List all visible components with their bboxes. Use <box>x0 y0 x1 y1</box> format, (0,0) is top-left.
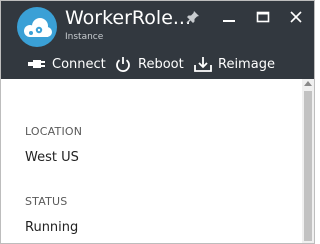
scroll-thumb[interactable] <box>304 91 312 241</box>
maximize-icon[interactable] <box>253 7 273 27</box>
cloud-gears-icon <box>17 7 57 47</box>
reimage-button[interactable]: Reimage <box>193 53 275 75</box>
connect-label: Connect <box>52 56 106 72</box>
blade-content: LOCATION West US STATUS Running <box>1 79 302 243</box>
reimage-label: Reimage <box>218 56 275 72</box>
status-label: STATUS <box>25 195 68 208</box>
minimize-icon[interactable] <box>219 7 239 27</box>
scroll-up-icon[interactable] <box>304 81 312 86</box>
blade-subtitle: Instance <box>65 32 104 42</box>
reboot-label: Reboot <box>138 56 184 72</box>
blade-header: WorkerRole... Instance Connect Reboot Re… <box>1 1 314 79</box>
location-value: West US <box>25 150 79 165</box>
close-icon[interactable] <box>286 7 306 27</box>
location-label: LOCATION <box>25 125 83 138</box>
vertical-scrollbar[interactable] <box>302 79 314 243</box>
status-value: Running <box>25 220 79 235</box>
connect-button[interactable]: Connect <box>27 53 106 75</box>
reboot-button[interactable]: Reboot <box>113 53 184 75</box>
blade-title: WorkerRole... <box>65 7 191 29</box>
power-icon <box>113 56 133 72</box>
pin-icon[interactable] <box>183 7 203 27</box>
instance-blade: WorkerRole... Instance Connect Reboot Re… <box>0 0 315 244</box>
download-tray-icon <box>193 56 213 72</box>
connect-plug-icon <box>27 56 47 72</box>
